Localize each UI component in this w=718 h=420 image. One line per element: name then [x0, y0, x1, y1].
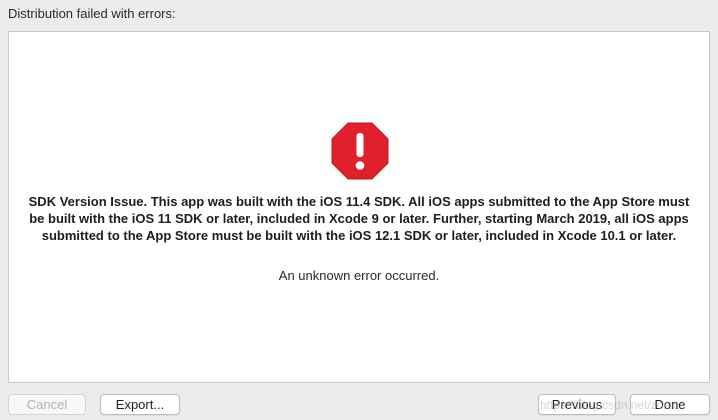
- error-message: SDK Version Issue. This app was built wi…: [8, 193, 710, 244]
- previous-button[interactable]: Previous: [538, 394, 616, 415]
- error-detail: An unknown error occurred.: [278, 268, 440, 283]
- done-button[interactable]: Done: [630, 394, 710, 415]
- cancel-button[interactable]: Cancel: [8, 394, 86, 415]
- error-message-text: SDK Version Issue. This app was built wi…: [28, 194, 690, 243]
- page-title: Distribution failed with errors:: [8, 6, 176, 21]
- export-button[interactable]: Export...: [100, 394, 180, 415]
- stop-octagon-icon: [331, 122, 389, 180]
